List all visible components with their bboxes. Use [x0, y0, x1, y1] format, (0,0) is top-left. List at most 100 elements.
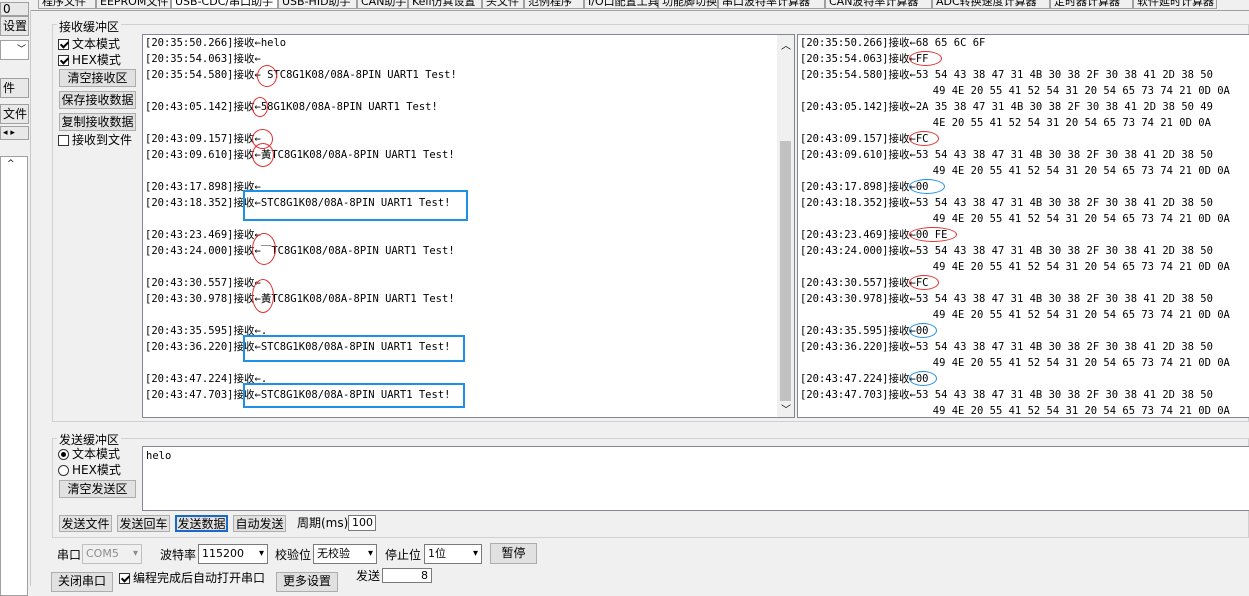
clear-send-button[interactable]: 清空发送区 — [59, 480, 136, 498]
stop-bits-select[interactable]: 1位 ▾ — [424, 544, 482, 564]
checkbox-checked-icon — [58, 55, 69, 66]
annotation-red-oval — [909, 51, 942, 66]
annotation-blue-box — [243, 383, 465, 408]
checkbox-checked-icon — [119, 573, 130, 584]
receive-line: 49 4E 20 55 41 52 54 31 20 54 65 73 74 2… — [800, 405, 1230, 417]
port-label: 串口 — [57, 548, 82, 562]
receive-line: [20:43:36.220]接收←53 54 43 38 47 31 4B 30… — [800, 341, 1213, 353]
receive-line: 49 4E 20 55 41 52 54 31 20 54 65 73 74 2… — [800, 85, 1230, 97]
receive-hex-pane[interactable]: [20:35:50.266]接收←68 65 6C 6F [20:35:54.06… — [797, 34, 1249, 418]
receive-line: [20:35:50.266]接收←68 65 6C 6F — [800, 37, 986, 49]
receive-line: [20:43:18.352]接收←53 54 43 38 47 31 4B 30… — [800, 197, 1213, 209]
checkbox-checked-icon — [58, 39, 69, 50]
annotation-red-circle — [252, 97, 268, 117]
send-count-label: 发送 — [356, 569, 381, 583]
scrollbar-thumb[interactable] — [780, 141, 791, 401]
parity-label: 校验位 — [275, 548, 312, 562]
receive-line: 49 4E 20 55 41 52 54 31 20 54 65 73 74 2… — [800, 309, 1230, 321]
copy-receive-button[interactable]: 复制接收数据 — [59, 113, 136, 131]
auto-open-port-checkbox[interactable]: 编程完成后自动打开串口 — [119, 571, 265, 585]
left-panel-strip: 0 设置 ﹀ 件 文件 ◂ ▸ ^ — [0, 2, 31, 596]
tab-11[interactable]: CAN波特率计算器 — [825, 0, 932, 9]
tab-5[interactable]: Keil仿真设置 — [408, 0, 482, 9]
receive-line: 49 4E 20 55 41 52 54 31 20 54 65 73 74 2… — [800, 261, 1230, 273]
tab-4[interactable]: CAN助手 — [357, 0, 408, 9]
annotation-blue-oval — [909, 371, 937, 386]
clear-receive-button[interactable]: 清空接收区 — [59, 69, 136, 87]
annotation-red-circle — [252, 279, 274, 313]
parity-select[interactable]: 无校验 ▾ — [313, 544, 377, 564]
left-scroll-arrows[interactable]: ◂ ▸ — [0, 126, 29, 140]
baud-label: 波特率 — [160, 548, 197, 562]
tab-3[interactable]: USB-HID助手 — [278, 0, 357, 9]
annotation-blue-oval — [909, 179, 945, 194]
save-receive-button[interactable]: 保存接收数据 — [59, 91, 136, 109]
send-hex-mode-radio[interactable]: HEX模式 — [58, 463, 121, 477]
period-input[interactable]: 100 — [348, 515, 376, 531]
receive-line: 4E 20 55 41 52 54 31 20 54 65 73 74 21 0… — [800, 117, 1211, 129]
left-settings-button[interactable]: 设置 — [0, 16, 29, 36]
annotation-red-circle — [252, 143, 274, 167]
tab-6[interactable]: 头文件 — [482, 0, 524, 9]
receive-line: [20:35:54.580]接收← STC8G1K08/08A-8PIN UAR… — [145, 69, 457, 81]
tab-bar: 程序文件 EEPROM文件 USB-CDC/串口助手 USB-HID助手 CAN助手 Ke… — [0, 0, 1249, 11]
pause-button[interactable]: 暂停 — [490, 543, 537, 564]
receive-text-scrollbar[interactable]: ︿ ﹀ — [777, 35, 794, 417]
tab-9[interactable]: 功能脚切换 — [658, 0, 718, 9]
receive-line: [20:43:24.000]接收←53 54 43 38 47 31 4B 30… — [800, 245, 1213, 257]
tab-8[interactable]: I/O口配置工具 — [584, 0, 659, 9]
chevron-down-icon: ▾ — [367, 548, 373, 559]
auto-send-button[interactable]: 自动发送 — [233, 515, 286, 532]
send-text-content: helo — [146, 450, 172, 462]
more-settings-button[interactable]: 更多设置 — [276, 572, 338, 592]
receive-line: [20:35:54.063]接收← — [145, 53, 261, 65]
chevron-down-icon: ▾ — [258, 548, 264, 559]
tab-1[interactable]: EEPROM文件 — [96, 0, 171, 9]
receive-line: [20:35:50.266]接收←helo — [145, 37, 287, 49]
close-port-button[interactable]: 关闭串口 — [51, 572, 113, 592]
annotation-red-oval — [909, 227, 957, 242]
receive-hex-mode-checkbox[interactable]: HEX模式 — [58, 53, 121, 67]
receive-line: [20:43:05.142]接收←2A 35 38 47 31 4B 30 38… — [800, 101, 1213, 113]
send-text-mode-radio[interactable]: 文本模式 — [58, 447, 120, 461]
send-enter-button[interactable]: 发送回车 — [117, 515, 170, 532]
receive-line: [20:43:09.610]接收←53 54 43 38 47 31 4B 30… — [800, 149, 1213, 161]
send-data-button[interactable]: 发送数据 — [175, 515, 228, 532]
port-select[interactable]: COM5 ▾ — [82, 544, 142, 564]
send-text-input[interactable]: helo — [142, 446, 1249, 511]
left-file-button[interactable]: 件 — [0, 78, 29, 98]
receive-line: 49 4E 20 55 41 52 54 31 20 54 65 73 74 2… — [800, 213, 1230, 225]
receive-line: [20:43:05.142]接收←58G1K08/08A-8PIN UART1 … — [145, 101, 438, 113]
left-combo[interactable]: ﹀ — [0, 40, 29, 60]
left-file2-button[interactable]: 文件 — [0, 104, 29, 124]
stop-bits-label: 停止位 — [385, 548, 422, 562]
receive-to-file-checkbox[interactable]: 接收到文件 — [58, 133, 132, 147]
receive-line: [20:43:09.610]接收←黃TC8G1K08/08A-8PIN UART… — [145, 149, 455, 161]
chevron-up-icon: ^ — [7, 159, 15, 169]
annotation-blue-box — [243, 190, 468, 221]
checkbox-unchecked-icon — [58, 135, 69, 146]
tab-0[interactable]: 程序文件 — [38, 0, 96, 9]
annotation-blue-oval — [909, 323, 937, 338]
receive-line: [20:43:30.978]接收←黃TC8G1K08/08A-8PIN UART… — [145, 293, 455, 305]
tab-2[interactable]: USB-CDC/串口助手 — [171, 0, 278, 9]
baud-select[interactable]: 115200 ▾ — [198, 544, 268, 564]
tab-10[interactable]: 串口波特率计算器 — [718, 0, 825, 9]
annotation-blue-box — [243, 335, 465, 362]
tab-14[interactable]: 软件延时计算器 — [1133, 0, 1217, 9]
left-top-combo[interactable]: 0 — [0, 2, 29, 16]
tab-7[interactable]: 范例程序 — [524, 0, 584, 9]
receive-line: [20:43:24.000]接收←￣TC8G1K08/08A-8PIN UART… — [145, 245, 455, 257]
radio-checked-icon — [58, 449, 69, 460]
send-buffer-label: 发送缓冲区 — [57, 431, 122, 448]
send-file-button[interactable]: 发送文件 — [59, 515, 112, 532]
annotation-red-oval — [909, 275, 939, 290]
left-tree-panel[interactable]: ^ — [0, 156, 28, 596]
receive-text-pane[interactable]: [20:35:50.266]接收←helo [20:35:54.063]接收← [2… — [142, 34, 795, 418]
tab-12[interactable]: ADC转换速度计算器 — [932, 0, 1050, 9]
tab-13[interactable]: 定时器计算器 — [1050, 0, 1133, 9]
chevron-down-icon: ﹀ — [16, 45, 26, 55]
scroll-down-icon: ﹀ — [781, 405, 791, 416]
receive-line: 49 4E 20 55 41 52 54 31 20 54 65 73 74 2… — [800, 357, 1230, 369]
receive-text-mode-checkbox[interactable]: 文本模式 — [58, 37, 120, 51]
